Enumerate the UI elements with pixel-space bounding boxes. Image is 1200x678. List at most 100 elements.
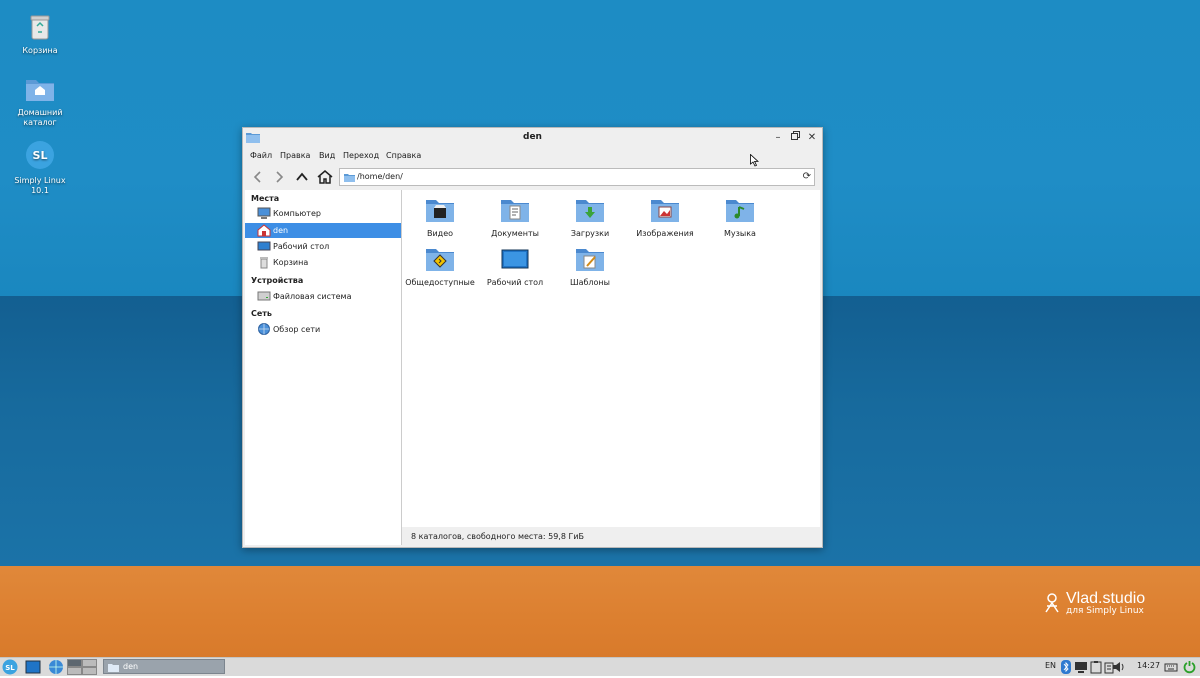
sidebar-item-computer[interactable]: Компьютер — [245, 206, 401, 221]
file-item-templates[interactable]: Шаблоны — [552, 239, 628, 287]
status-text: 8 каталогов, свободного места: 59,8 ГиБ — [411, 532, 585, 541]
sidebar-item-label: Корзина — [273, 258, 309, 267]
show-desktop-button[interactable] — [25, 659, 41, 675]
back-button[interactable] — [249, 168, 267, 186]
power-icon[interactable] — [1182, 659, 1197, 674]
folder-templates-icon — [576, 249, 604, 271]
keyboard-layout-indicator[interactable]: EN — [1045, 661, 1056, 670]
file-item-label: Документы — [491, 229, 539, 238]
file-manager-window: den – ✕ Файл Правка Вид Переход Справка … — [242, 127, 823, 548]
computer-icon — [257, 207, 271, 219]
file-item-label: Музыка — [724, 229, 756, 238]
minimize-button[interactable]: – — [771, 131, 785, 145]
status-bar: 8 каталогов, свободного места: 59,8 ГиБ — [402, 528, 820, 545]
desktop-icon-simplylinux[interactable]: SL Simply Linux 10.1 — [12, 140, 68, 196]
desktop-icon — [257, 241, 271, 251]
sidebar-item-label: Обзор сети — [273, 325, 321, 334]
volume-icon[interactable] — [1112, 660, 1126, 674]
folder-icon — [344, 174, 355, 182]
simplylinux-logo-icon: SL — [2, 659, 18, 675]
keyboard-icon[interactable] — [1164, 660, 1178, 674]
menu-view[interactable]: Вид — [319, 151, 335, 160]
sidebar-item-filesystem[interactable]: Файловая система — [245, 289, 401, 304]
address-text: /home/den/ — [357, 172, 403, 181]
sidebar-header-network: Сеть — [251, 309, 272, 318]
clipboard-icon[interactable] — [1090, 660, 1102, 674]
mouse-pointer-icon — [750, 154, 759, 167]
chevron-right-icon — [276, 171, 284, 183]
home-icon — [317, 170, 333, 184]
sidebar-item-network[interactable]: Обзор сети — [245, 322, 401, 337]
file-item-label: Видео — [426, 229, 454, 238]
trash-icon — [30, 15, 50, 40]
taskbar-item-den[interactable]: den — [103, 659, 225, 674]
menu-bar: Файл Правка Вид Переход Справка — [243, 148, 822, 164]
refresh-icon[interactable]: ⟳ — [803, 171, 811, 182]
home-folder-icon — [26, 80, 54, 101]
file-item-downloads[interactable]: Загрузки — [552, 190, 628, 238]
desktop-icon-label: Корзина — [22, 46, 58, 55]
menu-edit[interactable]: Правка — [280, 151, 310, 160]
folder-desktop-icon — [501, 249, 529, 269]
folder-music-icon — [726, 200, 754, 222]
forward-button[interactable] — [270, 168, 288, 186]
file-item-pictures[interactable]: Изображения — [627, 190, 703, 238]
up-button[interactable] — [293, 168, 311, 186]
display-icon[interactable] — [1074, 660, 1088, 674]
vladstudio-logo-icon — [1045, 593, 1059, 613]
file-item-label: Шаблоны — [570, 278, 610, 287]
sidebar-item-desktop[interactable]: Рабочий стол — [245, 239, 401, 254]
desktop-icon-label: Simply Linux 10.1 — [14, 176, 66, 195]
menu-help[interactable]: Справка — [386, 151, 421, 160]
window-title: den — [523, 132, 542, 142]
maximize-button[interactable] — [788, 131, 802, 145]
chevron-left-icon — [253, 171, 261, 183]
svg-text:SL: SL — [5, 664, 15, 672]
desktop-icon-trash[interactable]: Корзина — [12, 14, 68, 56]
browser-launcher[interactable] — [48, 659, 64, 675]
sidebar-item-label: Компьютер — [273, 209, 321, 218]
desktop-icon — [25, 660, 41, 674]
start-menu-button[interactable]: SL — [2, 659, 18, 675]
drive-icon — [257, 291, 271, 301]
desktop-icon-label: Домашний каталог — [17, 108, 63, 127]
chevron-up-icon — [296, 172, 308, 181]
folder-public-icon — [426, 249, 454, 271]
workspace-switcher[interactable] — [67, 659, 97, 675]
file-item-label: Общедоступные — [405, 278, 475, 287]
sidebar-item-label: den — [273, 226, 289, 235]
folder-pictures-icon — [651, 200, 679, 222]
toolbar: /home/den/ ⟳ — [243, 165, 822, 189]
file-item-video[interactable]: Видео — [402, 190, 478, 238]
file-item-desktop[interactable]: Рабочий стол — [477, 239, 553, 287]
simplylinux-logo-icon: SL — [26, 141, 54, 169]
wallpaper-sand — [0, 566, 1200, 659]
address-bar[interactable]: /home/den/ ⟳ — [339, 168, 815, 186]
folder-documents-icon — [501, 200, 529, 222]
sidebar-item-trash[interactable]: Корзина — [245, 255, 401, 270]
wallpaper-watermark: Vlad.studio для Simply Linux — [1044, 590, 1145, 616]
sidebar: Места Компьютер den Рабочий стол Корзина… — [245, 190, 402, 545]
file-item-documents[interactable]: Документы — [477, 190, 553, 238]
file-item-music[interactable]: Музыка — [702, 190, 778, 238]
sidebar-item-label: Файловая система — [273, 292, 352, 301]
restore-icon — [790, 131, 800, 140]
file-item-public[interactable]: Общедоступные — [402, 239, 478, 287]
desktop-icon-home[interactable]: Домашний каталог — [12, 76, 68, 128]
sidebar-item-den[interactable]: den — [245, 223, 401, 238]
browser-icon — [49, 660, 63, 674]
menu-go[interactable]: Переход — [343, 151, 379, 160]
menu-file[interactable]: Файл — [250, 151, 272, 160]
sidebar-header-devices: Устройства — [251, 276, 304, 285]
taskbar: SL den EN 14:27 — [0, 657, 1200, 676]
file-item-label: Загрузки — [570, 229, 610, 238]
watermark-subtitle: для Simply Linux — [1066, 606, 1144, 616]
network-icon — [258, 323, 270, 335]
clock[interactable]: 14:27 — [1137, 661, 1160, 670]
close-button[interactable]: ✕ — [805, 131, 819, 145]
home-button[interactable] — [316, 168, 334, 186]
title-bar[interactable]: den – ✕ — [243, 128, 822, 148]
folder-video-icon — [426, 200, 454, 222]
sidebar-item-label: Рабочий стол — [273, 242, 330, 251]
bluetooth-icon[interactable] — [1061, 660, 1071, 674]
